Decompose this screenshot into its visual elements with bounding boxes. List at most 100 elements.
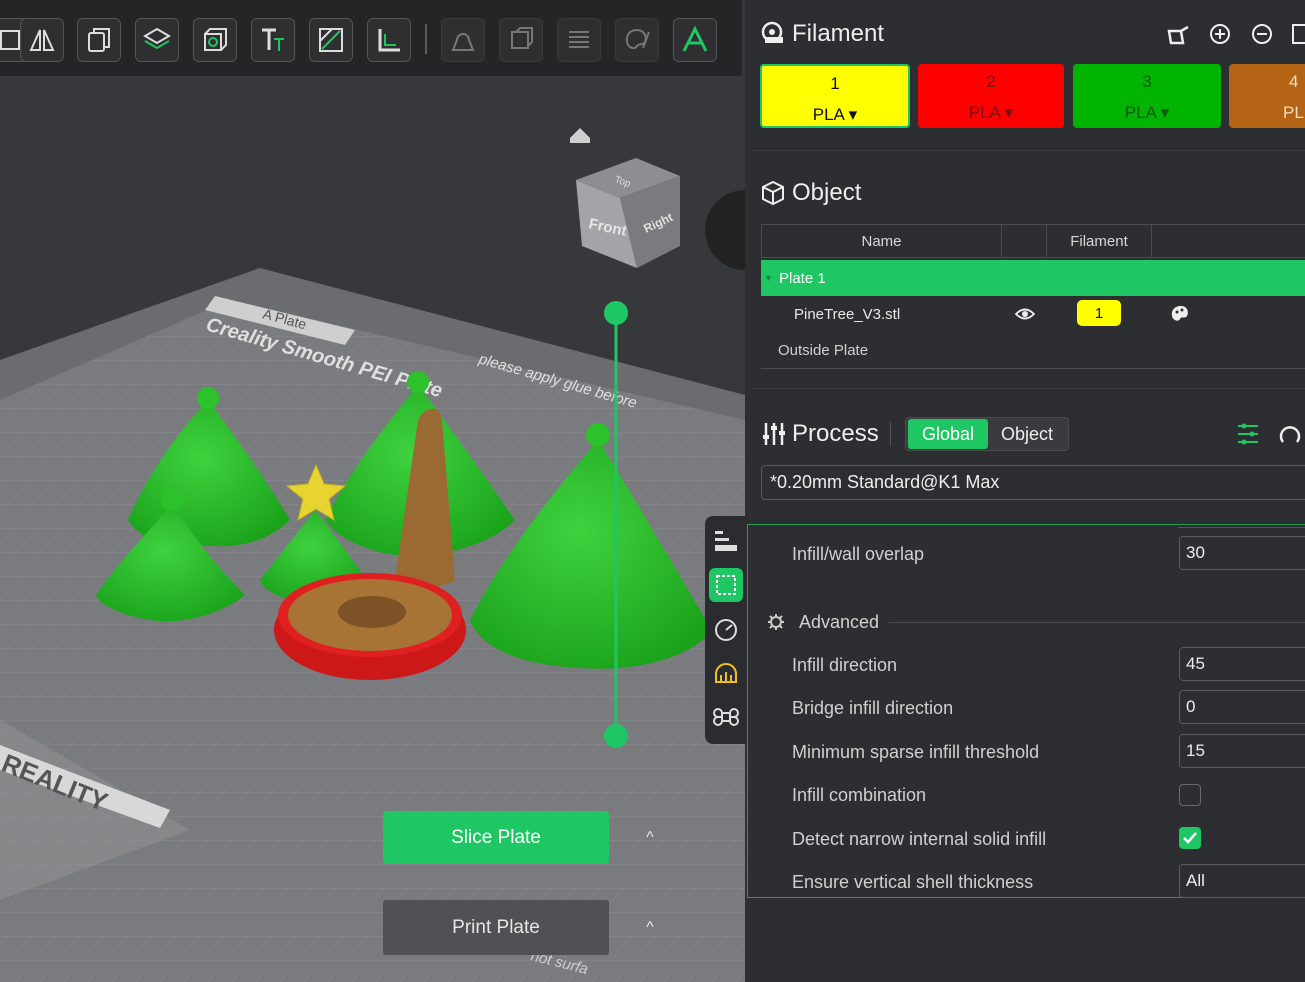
support-paint-button[interactable] bbox=[441, 18, 485, 62]
reset-icon[interactable] bbox=[1277, 422, 1305, 446]
mirror-icon bbox=[29, 29, 55, 51]
text-icon bbox=[262, 28, 284, 51]
advanced-section-label: Advanced bbox=[799, 612, 880, 632]
build-plate-scene: A Plate Creality Smooth PEI Plate please… bbox=[0, 128, 745, 982]
detect-narrow-solid-infill-checkbox[interactable] bbox=[1179, 827, 1201, 849]
plate-row[interactable]: ▼ Plate 1 bbox=[761, 260, 1305, 296]
object-cube-icon bbox=[762, 180, 784, 206]
outside-plate-label: Outside Plate bbox=[778, 341, 869, 359]
col-filament-header[interactable]: Filament bbox=[1046, 224, 1152, 258]
bridge-infill-direction-input[interactable]: 0 bbox=[1179, 690, 1305, 724]
filament-material-dropdown[interactable]: PL bbox=[1283, 103, 1305, 123]
global-tab[interactable]: Global bbox=[908, 419, 988, 449]
support-icon bbox=[715, 663, 737, 683]
mirror-button[interactable] bbox=[20, 18, 64, 62]
filament-swatch-4[interactable]: 4 PL bbox=[1229, 64, 1305, 128]
infill-wall-overlap-label: Infill/wall overlap bbox=[792, 544, 925, 564]
print-options-chevron[interactable]: ^ bbox=[635, 913, 665, 943]
eye-icon[interactable] bbox=[1015, 307, 1035, 321]
3d-viewport[interactable]: A Plate Creality Smooth PEI Plate please… bbox=[0, 0, 745, 982]
filament-swatch-1[interactable]: 1 PLA ▾ bbox=[760, 64, 910, 128]
plate-row-label: Plate 1 bbox=[779, 269, 826, 287]
slice-plate-button[interactable]: Slice Plate bbox=[383, 811, 609, 864]
view-tools-column bbox=[705, 516, 745, 744]
remove-filament-icon[interactable] bbox=[1250, 22, 1274, 46]
filament-spool-icon bbox=[761, 21, 783, 43]
filament-swatch-number: 1 bbox=[830, 74, 840, 93]
infill-direction-label: Infill direction bbox=[792, 655, 898, 675]
divider bbox=[750, 388, 1305, 389]
print-plate-button[interactable]: Print Plate bbox=[383, 900, 609, 955]
min-sparse-infill-threshold-label: Minimum sparse infill threshold bbox=[792, 742, 1040, 762]
copy-icon bbox=[88, 28, 110, 52]
process-title: Process bbox=[792, 420, 879, 447]
home-view-icon[interactable] bbox=[570, 128, 590, 143]
layer-view-button[interactable] bbox=[709, 524, 743, 558]
ensure-vertical-shell-label: Ensure vertical shell thickness bbox=[792, 872, 1034, 892]
object-name: PineTree_V3.stl bbox=[794, 305, 901, 323]
bucket-icon[interactable] bbox=[1166, 23, 1190, 45]
paint-button[interactable] bbox=[615, 18, 659, 62]
copy-button[interactable] bbox=[77, 18, 121, 62]
add-filament-icon[interactable] bbox=[1208, 22, 1232, 46]
process-sliders-icon bbox=[763, 423, 785, 445]
layer-slider-bottom-handle[interactable] bbox=[604, 724, 628, 748]
outside-plate-row[interactable]: Outside Plate bbox=[761, 332, 1305, 368]
gauge-icon bbox=[715, 619, 737, 641]
view-cube[interactable]: Top Front Right bbox=[576, 158, 680, 268]
filament-settings-icon[interactable] bbox=[1291, 22, 1305, 46]
filament-swatch-number: 2 bbox=[986, 72, 996, 91]
col-visibility-header bbox=[1001, 224, 1047, 258]
layer-slider-top-handle[interactable] bbox=[604, 301, 628, 325]
object-filament-badge[interactable]: 1 bbox=[1077, 300, 1121, 326]
bars-icon bbox=[715, 531, 737, 551]
list-button[interactable] bbox=[557, 18, 601, 62]
seam-icon bbox=[511, 27, 533, 49]
checkmark-icon bbox=[1183, 832, 1197, 844]
support-paint-icon bbox=[451, 33, 475, 51]
infill-direction-input[interactable]: 45 bbox=[1179, 647, 1305, 681]
assembly-icon bbox=[682, 26, 708, 52]
bridge-infill-direction-label: Bridge infill direction bbox=[792, 698, 954, 718]
min-sparse-infill-threshold-input[interactable]: 15 bbox=[1179, 734, 1305, 768]
command-icon bbox=[713, 708, 739, 726]
filament-swatch-2[interactable]: 2 PLA ▾ bbox=[918, 64, 1064, 128]
filament-material-dropdown[interactable]: PLA ▾ bbox=[762, 105, 908, 125]
object-tab[interactable]: Object bbox=[988, 419, 1066, 449]
text-tool-button[interactable] bbox=[251, 18, 295, 62]
cut-button[interactable] bbox=[309, 18, 353, 62]
speed-view-button[interactable] bbox=[709, 612, 743, 646]
filament-swatch-3[interactable]: 3 PLA ▾ bbox=[1073, 64, 1221, 128]
support-view-button[interactable] bbox=[709, 656, 743, 690]
filament-material-dropdown[interactable]: PLA ▾ bbox=[918, 103, 1064, 123]
cube-button[interactable] bbox=[193, 18, 237, 62]
infill-combination-label: Infill combination bbox=[792, 785, 927, 805]
seam-button[interactable] bbox=[499, 18, 543, 62]
infill-combination-checkbox[interactable] bbox=[1179, 784, 1201, 806]
filament-swatch-number: 4 bbox=[1289, 72, 1299, 91]
slice-options-chevron[interactable]: ^ bbox=[635, 823, 665, 853]
divider bbox=[750, 150, 1305, 151]
process-preset-dropdown[interactable]: *0.20mm Standard@K1 Max bbox=[761, 465, 1305, 500]
top-toolbar bbox=[0, 0, 742, 76]
col-name-header[interactable]: Name bbox=[761, 224, 1002, 258]
measure-button[interactable] bbox=[367, 18, 411, 62]
advanced-list-icon[interactable] bbox=[1236, 422, 1260, 446]
layers-button[interactable] bbox=[135, 18, 179, 62]
layers-icon bbox=[143, 27, 171, 50]
list-icon bbox=[569, 31, 589, 48]
ensure-vertical-shell-select[interactable]: All bbox=[1179, 864, 1305, 898]
cut-icon bbox=[319, 28, 343, 52]
advanced-gear-icon bbox=[768, 614, 784, 630]
collapse-triangle-icon[interactable]: ▼ bbox=[764, 273, 773, 283]
object-row[interactable]: PineTree_V3.stl 1 bbox=[761, 296, 1305, 332]
command-button[interactable] bbox=[709, 700, 743, 734]
col-extra-header bbox=[1151, 224, 1305, 258]
filament-swatch-number: 3 bbox=[1142, 72, 1152, 91]
object-view-button[interactable] bbox=[709, 568, 743, 602]
palette-icon[interactable] bbox=[1170, 304, 1192, 324]
detect-narrow-solid-infill-label: Detect narrow internal solid infill bbox=[792, 829, 1047, 849]
assembly-button[interactable] bbox=[673, 18, 717, 62]
infill-wall-overlap-input[interactable]: 30 bbox=[1179, 536, 1305, 570]
filament-material-dropdown[interactable]: PLA ▾ bbox=[1073, 103, 1221, 123]
